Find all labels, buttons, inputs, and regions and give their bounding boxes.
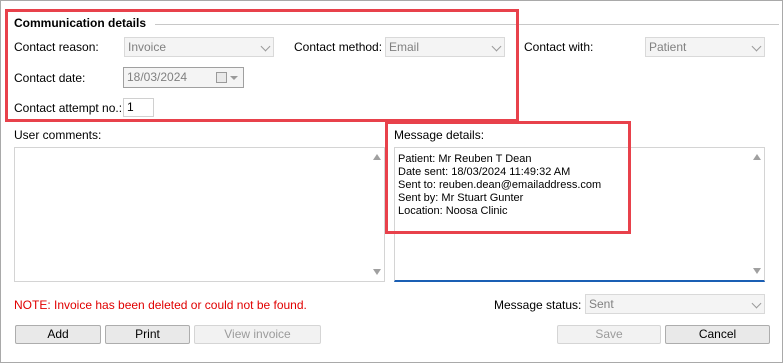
chevron-down-icon — [751, 41, 762, 52]
chevron-down-icon — [491, 41, 502, 52]
message-details-textarea[interactable]: Patient: Mr Reuben T Dean Date sent: 18/… — [394, 147, 765, 282]
contact-reason-select[interactable]: Invoice — [124, 37, 274, 57]
scroll-down-icon[interactable] — [753, 268, 761, 274]
message-details-label: Message details: — [394, 128, 485, 142]
view-invoice-button[interactable]: View invoice — [194, 325, 321, 344]
user-comments-textarea[interactable] — [14, 147, 385, 282]
contact-with-value: Patient — [649, 40, 687, 54]
chevron-down-icon — [260, 41, 271, 52]
contact-with-label: Contact with: — [524, 40, 594, 54]
message-status-value: Sent — [589, 297, 614, 311]
scroll-up-icon[interactable] — [753, 154, 761, 160]
dropdown-arrow-icon[interactable] — [230, 76, 238, 80]
user-comments-label: User comments: — [14, 128, 102, 142]
print-button[interactable]: Print — [105, 325, 190, 344]
comments-scrollbar[interactable] — [370, 148, 384, 281]
attempt-label: Contact attempt no.: — [14, 101, 123, 115]
contact-date-value: 18/03/2024 — [127, 70, 188, 84]
scroll-down-icon[interactable] — [373, 269, 381, 275]
contact-reason-label: Contact reason: — [14, 40, 99, 54]
message-status-label: Message status: — [494, 298, 582, 312]
calendar-icon[interactable] — [216, 72, 227, 83]
contact-date-label: Contact date: — [14, 71, 86, 85]
message-line: Sent to: reuben.dean@emailaddress.com — [398, 179, 602, 191]
message-line: Patient: Mr Reuben T Dean — [398, 153, 532, 165]
message-lines: Patient: Mr Reuben T Dean Date sent: 18/… — [398, 153, 601, 218]
contact-method-value: Email — [389, 40, 420, 54]
invoice-note: NOTE: Invoice has been deleted or could … — [14, 298, 307, 312]
scroll-up-icon[interactable] — [373, 154, 381, 160]
contact-method-select[interactable]: Email — [385, 37, 505, 57]
contact-with-select[interactable]: Patient — [645, 37, 765, 57]
save-button[interactable]: Save — [557, 325, 661, 344]
contact-date-picker[interactable]: 18/03/2024 — [123, 67, 244, 88]
message-line: Location: Noosa Clinic — [398, 205, 508, 217]
add-button[interactable]: Add — [15, 325, 101, 344]
section-title: Communication details — [14, 16, 147, 30]
message-line: Date sent: 18/03/2024 11:49:32 AM — [398, 166, 571, 178]
message-status-select[interactable]: Sent — [585, 294, 765, 314]
chevron-down-icon[interactable] — [751, 298, 762, 309]
message-line: Sent by: Mr Stuart Gunter — [398, 192, 524, 204]
contact-reason-value: Invoice — [128, 40, 167, 54]
cancel-button[interactable]: Cancel — [665, 325, 770, 344]
attempt-number-input[interactable]: 1 — [123, 98, 154, 117]
section-divider — [155, 24, 779, 25]
message-scrollbar[interactable] — [750, 148, 764, 280]
contact-method-label: Contact method: — [294, 40, 383, 54]
